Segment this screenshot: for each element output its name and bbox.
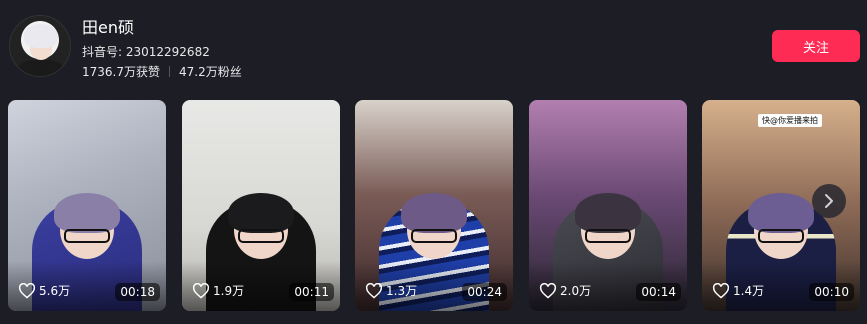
video-likes-count: 1.3万 xyxy=(386,284,418,298)
avatar[interactable] xyxy=(9,15,71,77)
video-duration: 00:24 xyxy=(462,283,507,301)
followers-count: 47.2万粉丝 xyxy=(179,65,242,79)
next-button[interactable] xyxy=(812,184,846,218)
heart-outline-icon[interactable] xyxy=(712,282,730,299)
video-likes-count: 1.9万 xyxy=(213,284,245,298)
video-card[interactable]: 1.9万 00:11 xyxy=(182,100,340,311)
video-card[interactable]: 5.6万 00:18 xyxy=(8,100,166,311)
douyin-id: 抖音号: 23012292682 xyxy=(82,45,210,59)
profile-stats: 1736.7万获赞 47.2万粉丝 xyxy=(82,63,242,80)
heart-outline-icon[interactable] xyxy=(192,282,210,299)
video-likes: 2.0万 xyxy=(539,282,591,299)
video-likes-count: 5.6万 xyxy=(39,284,71,298)
video-card[interactable]: 2.0万 00:14 xyxy=(529,100,687,311)
stats-divider xyxy=(169,66,170,77)
video-likes: 1.3万 xyxy=(365,282,417,299)
video-likes-count: 2.0万 xyxy=(560,284,592,298)
heart-outline-icon[interactable] xyxy=(365,282,383,299)
profile-name[interactable]: 田en硕 xyxy=(82,14,134,38)
heart-outline-icon[interactable] xyxy=(539,282,557,299)
follow-button[interactable]: 关注 xyxy=(772,30,860,62)
video-card[interactable]: 1.3万 00:24 xyxy=(355,100,513,311)
video-duration: 00:11 xyxy=(289,283,334,301)
video-duration: 00:10 xyxy=(809,283,854,301)
video-likes: 1.9万 xyxy=(192,282,244,299)
video-duration: 00:18 xyxy=(115,283,160,301)
video-likes: 1.4万 xyxy=(712,282,764,299)
likes-total: 1736.7万获赞 xyxy=(82,65,160,79)
video-likes: 5.6万 xyxy=(18,282,70,299)
video-duration: 00:14 xyxy=(636,283,681,301)
video-list: 5.6万 00:18 1.9万 00:11 1.3万 00:24 2.0万 00… xyxy=(0,100,867,312)
video-sticker: 快@你爱播来拍 xyxy=(758,114,822,127)
heart-outline-icon[interactable] xyxy=(18,282,36,299)
chevron-right-icon xyxy=(825,194,833,208)
profile-header: 田en硕 抖音号: 23012292682 1736.7万获赞 47.2万粉丝 … xyxy=(0,0,867,96)
video-likes-count: 1.4万 xyxy=(733,284,765,298)
